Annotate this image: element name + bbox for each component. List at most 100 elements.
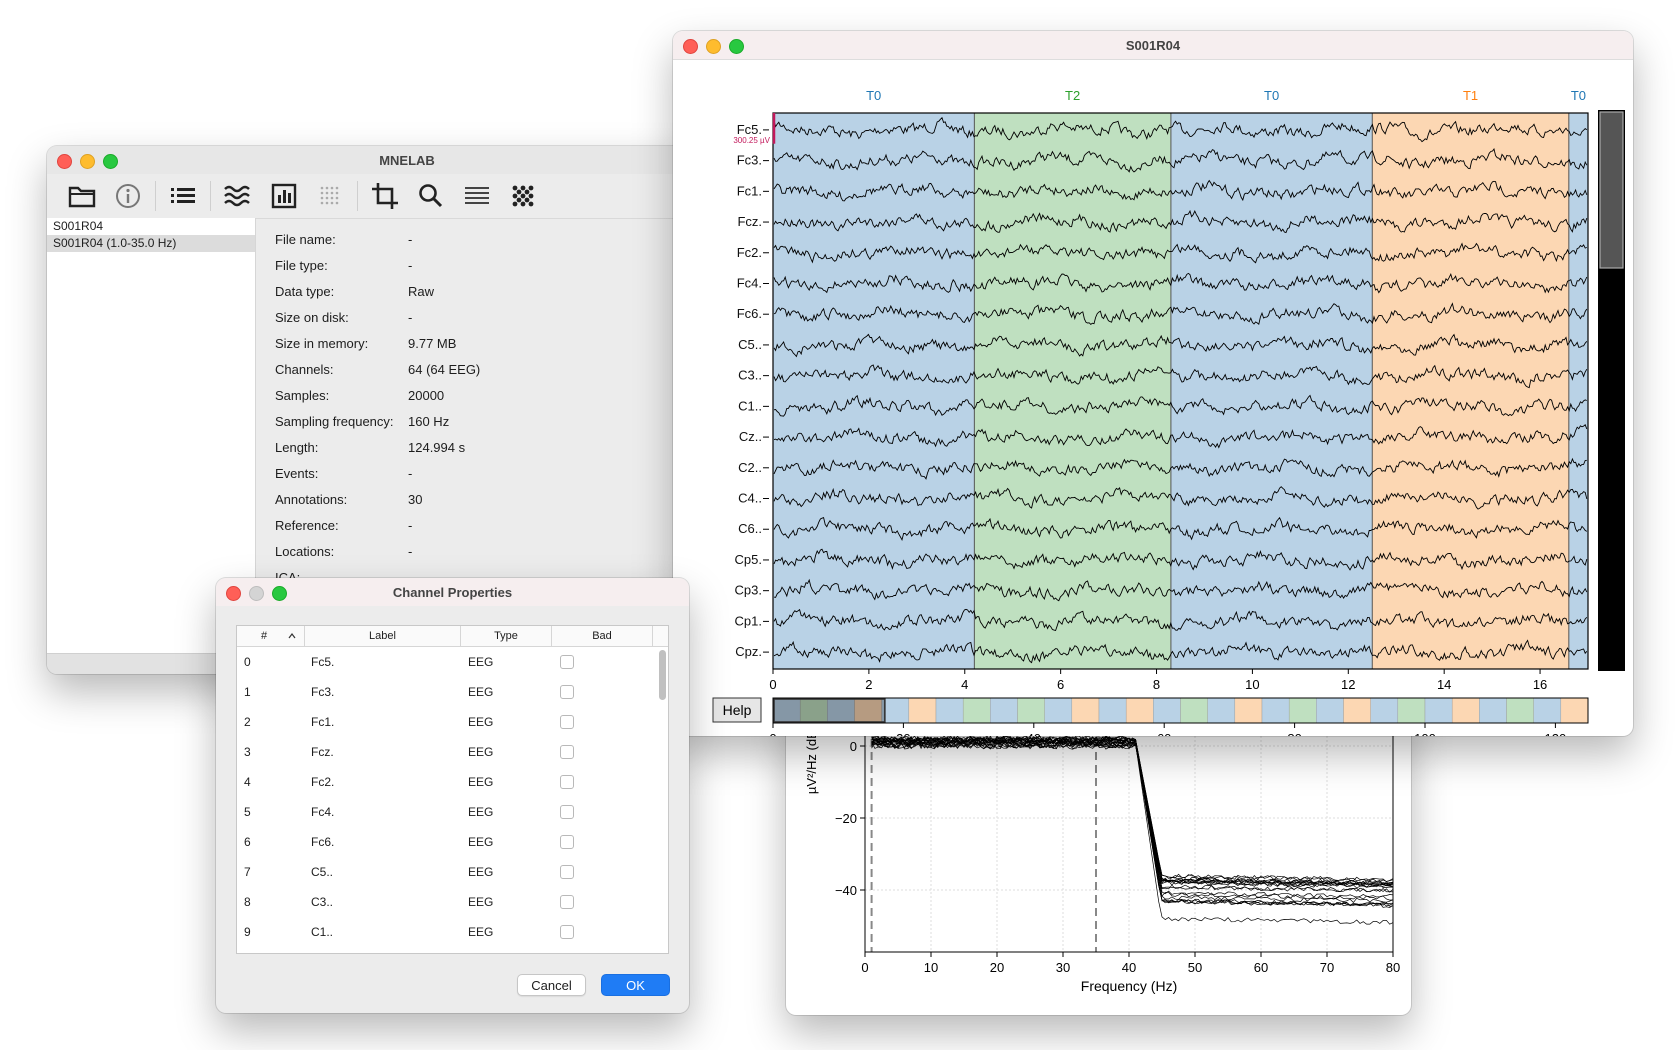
scrollbar-thumb[interactable] <box>1599 111 1624 269</box>
table-scrollbar[interactable] <box>659 650 666 700</box>
info-button[interactable] <box>105 176 151 216</box>
table-row[interactable]: 6 Fc6. EEG <box>237 827 668 857</box>
table-row[interactable]: 1 Fc3. EEG <box>237 677 668 707</box>
row-type[interactable]: EEG <box>460 715 550 729</box>
row-label[interactable]: Fc1. <box>305 715 460 729</box>
minimize-button[interactable] <box>706 39 721 54</box>
bad-checkbox[interactable] <box>560 775 574 789</box>
table-row[interactable]: 8 C3.. EEG <box>237 887 668 917</box>
row-type[interactable]: EEG <box>460 745 550 759</box>
table-row[interactable]: 9 C1.. EEG <box>237 917 668 947</box>
row-type[interactable]: EEG <box>460 685 550 699</box>
zoom-button[interactable] <box>103 154 118 169</box>
psd-trace <box>871 736 1394 882</box>
channel-label[interactable]: C3.. <box>738 368 762 383</box>
bad-checkbox[interactable] <box>560 865 574 879</box>
row-type[interactable]: EEG <box>460 655 550 669</box>
bad-checkbox[interactable] <box>560 655 574 669</box>
bad-checkbox[interactable] <box>560 925 574 939</box>
channel-label[interactable]: Fc2. <box>737 245 762 260</box>
find-events-button[interactable] <box>408 176 454 216</box>
channel-label[interactable]: Fc6. <box>737 306 762 321</box>
close-button[interactable] <box>683 39 698 54</box>
row-type[interactable]: EEG <box>460 775 550 789</box>
plot-locations-button[interactable] <box>307 176 353 216</box>
row-label[interactable]: C1.. <box>305 925 460 939</box>
channel-label[interactable]: Cp5. <box>735 552 762 567</box>
channel-label[interactable]: Fc3. <box>737 153 762 168</box>
table-row[interactable]: 5 Fc4. EEG <box>237 797 668 827</box>
channel-label[interactable]: Cz.. <box>739 429 762 444</box>
channel-table: # Label Type Bad 0 Fc5. EEG 1 Fc3. EEG 2 Fc1. EE… <box>236 625 669 954</box>
channel-label[interactable]: C6.. <box>738 521 762 536</box>
annotation-span[interactable] <box>1170 113 1373 669</box>
ica-button[interactable] <box>500 176 546 216</box>
annotation-span[interactable] <box>773 113 975 669</box>
bad-checkbox[interactable] <box>560 685 574 699</box>
bad-checkbox[interactable] <box>560 895 574 909</box>
close-button[interactable] <box>57 154 72 169</box>
open-file-button[interactable] <box>59 176 105 216</box>
row-label[interactable]: Fcz. <box>305 745 460 759</box>
bad-checkbox[interactable] <box>560 715 574 729</box>
ok-button[interactable]: OK <box>601 974 670 996</box>
plot-psd-button[interactable] <box>261 176 307 216</box>
table-row[interactable]: 0 Fc5. EEG <box>237 647 668 677</box>
zoom-button[interactable] <box>272 586 287 601</box>
dataset-item-selected[interactable]: S001R04 (1.0-35.0 Hz) <box>47 235 255 252</box>
minimize-button[interactable] <box>80 154 95 169</box>
channel-label[interactable]: C5.. <box>738 337 762 352</box>
row-type[interactable]: EEG <box>460 865 550 879</box>
row-type[interactable]: EEG <box>460 835 550 849</box>
column-header-label[interactable]: Label <box>305 626 461 646</box>
table-row[interactable]: 4 Fc2. EEG <box>237 767 668 797</box>
table-row[interactable]: 2 Fc1. EEG <box>237 707 668 737</box>
column-header-index[interactable]: # <box>237 626 305 646</box>
row-label[interactable]: Fc4. <box>305 805 460 819</box>
crop-button[interactable] <box>362 176 408 216</box>
plot-data-button[interactable] <box>215 176 261 216</box>
psd-trace <box>871 736 1394 904</box>
channel-label[interactable]: Fc4. <box>737 275 762 290</box>
channel-label[interactable]: C1.. <box>738 398 762 413</box>
channel-list-button[interactable] <box>160 176 206 216</box>
row-label[interactable]: Fc2. <box>305 775 460 789</box>
table-row[interactable]: 3 Fcz. EEG <box>237 737 668 767</box>
zoom-button[interactable] <box>729 39 744 54</box>
row-label[interactable]: Fc6. <box>305 835 460 849</box>
table-row[interactable]: 7 C5.. EEG <box>237 857 668 887</box>
dataset-item[interactable]: S001R04 <box>47 218 255 235</box>
channel-label[interactable]: Fc5. <box>737 122 762 137</box>
channel-label[interactable]: Cpz. <box>735 644 762 659</box>
bad-checkbox[interactable] <box>560 835 574 849</box>
info-key: Annotations: <box>275 491 348 507</box>
channel-label[interactable]: Fcz. <box>737 214 762 229</box>
info-row: Sampling frequency: 160 Hz <box>275 408 480 434</box>
row-label[interactable]: Fc5. <box>305 655 460 669</box>
row-type[interactable]: EEG <box>460 925 550 939</box>
row-label[interactable]: C5.. <box>305 865 460 879</box>
eeg-traces-plot[interactable]: T0 T2 T0 T1 T0 Fc5. Fc3. Fc1. Fcz. Fc2. Fc4. Fc6. C5… <box>673 60 1633 736</box>
row-type[interactable]: EEG <box>460 805 550 819</box>
column-header-bad[interactable]: Bad <box>552 626 653 646</box>
row-label[interactable]: C3.. <box>305 895 460 909</box>
close-button[interactable] <box>226 586 241 601</box>
row-index: 7 <box>244 865 251 879</box>
row-type[interactable]: EEG <box>460 895 550 909</box>
channel-label[interactable]: Cp1. <box>735 613 762 628</box>
cancel-button[interactable]: Cancel <box>517 974 586 996</box>
info-value: - <box>408 309 413 325</box>
info-value: 160 Hz <box>408 413 450 429</box>
bad-checkbox[interactable] <box>560 745 574 759</box>
channel-label[interactable]: C4.. <box>738 491 762 506</box>
bad-checkbox[interactable] <box>560 805 574 819</box>
overview-segment <box>1071 697 1100 724</box>
row-label[interactable]: Fc3. <box>305 685 460 699</box>
overview-viewport[interactable] <box>773 698 886 723</box>
channel-label[interactable]: Fc1. <box>737 183 762 198</box>
channel-label[interactable]: C2.. <box>738 460 762 475</box>
channel-label[interactable]: Cp3. <box>735 583 762 598</box>
info-key: Data type: <box>275 283 335 299</box>
reference-button[interactable] <box>454 176 500 216</box>
column-header-type[interactable]: Type <box>461 626 552 646</box>
